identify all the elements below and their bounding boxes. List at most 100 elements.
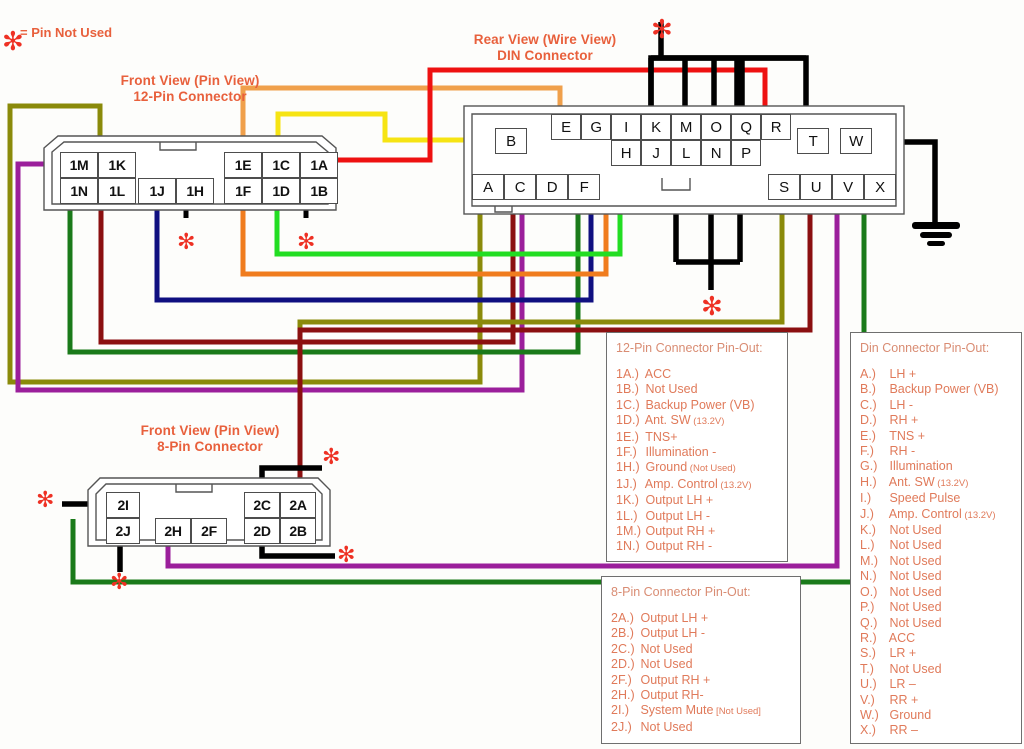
pinout-row-key: 2F.) [611, 672, 632, 687]
asterisk-2I: ✻ [36, 488, 55, 513]
pinout-row: 1L.) Output LH - [616, 509, 778, 524]
pinout-row-desc: Output RH + [637, 672, 711, 687]
pinout-row: P.) Not Used [860, 600, 1012, 615]
pinout-row-desc: Not Used [886, 600, 942, 615]
pin-H[interactable]: H [611, 140, 641, 166]
pin-1A[interactable]: 1A [300, 152, 338, 178]
pin-E[interactable]: E [551, 114, 581, 140]
pinout-row-note: (Not Used) [687, 463, 736, 475]
pin-J[interactable]: J [641, 140, 671, 166]
pin-R[interactable]: R [761, 114, 791, 140]
pinout-row: A.) LH + [860, 367, 1012, 382]
pin-2I[interactable]: 2I [106, 492, 140, 518]
pin-T[interactable]: T [797, 128, 829, 154]
pin-O[interactable]: O [701, 114, 731, 140]
pin-1E[interactable]: 1E [224, 152, 262, 178]
pin-2F[interactable]: 2F [191, 518, 227, 544]
pinout-row-desc: LH + [886, 367, 917, 381]
twelve-pin-title: Front View (Pin View) 12-Pin Connector [80, 73, 300, 105]
pin-W[interactable]: W [840, 128, 872, 154]
pin-N[interactable]: N [701, 140, 731, 166]
eight-pin-title: Front View (Pin View) 8-Pin Connector [100, 423, 320, 455]
pinout-row: M.) Not Used [860, 554, 1012, 569]
pinout-row: J.) Amp. Control (13.2V) [860, 507, 1012, 523]
pinout-row: 1C.) Backup Power (VB) [616, 398, 778, 413]
pin-1N[interactable]: 1N [60, 178, 98, 204]
twelve-pin-pinout-title: 12-Pin Connector Pin-Out: [616, 341, 763, 355]
pinout-row-key: 2B.) [611, 626, 634, 641]
pinout-row: V.) RR + [860, 693, 1012, 708]
pinout-row-desc: Not Used [886, 553, 942, 568]
pinout-row-desc: Speed Pulse [886, 491, 961, 506]
pin-1F[interactable]: 1F [224, 178, 262, 204]
pin-1L[interactable]: 1L [98, 178, 136, 204]
pinout-row-desc: TNS + [886, 428, 926, 443]
asterisk-2C: ✻ [322, 445, 341, 470]
pin-2D[interactable]: 2D [244, 518, 280, 544]
pinout-row-key: 1D.) [616, 413, 640, 428]
pin-Q[interactable]: Q [731, 114, 761, 140]
pinout-row: 1M.) Output RH + [616, 524, 778, 539]
pin-2A[interactable]: 2A [280, 492, 316, 518]
pinout-row-note: (13.2V) [717, 479, 752, 491]
pin-C[interactable]: C [504, 174, 536, 200]
pin-1B[interactable]: 1B [300, 178, 338, 204]
pinout-row-key: R.) [860, 630, 877, 645]
pinout-row-note: (13.2V) [961, 509, 996, 521]
pin-2C[interactable]: 2C [244, 492, 280, 518]
legend-label: = Pin Not Used [20, 25, 113, 40]
pin-2H[interactable]: 2H [155, 518, 191, 544]
pinout-row: 2H.) Output RH- [611, 688, 791, 703]
pinout-row-desc: Output LH - [642, 508, 711, 523]
pinout-row-desc: Illumination - [642, 445, 717, 460]
pinout-row-key: B.) [860, 382, 876, 397]
pinout-row-key: 2J.) [611, 719, 632, 734]
pinout-row-desc: Ant. SW [886, 474, 935, 489]
pinout-row-key: 1B.) [616, 382, 639, 397]
pinout-row-desc: Not Used [886, 538, 942, 553]
pin-1C[interactable]: 1C [262, 152, 300, 178]
pin-V[interactable]: V [832, 174, 864, 200]
pin-G[interactable]: G [581, 114, 611, 140]
pinout-row: 2C.) Not Used [611, 642, 791, 657]
pinout-row: 2D.) Not Used [611, 657, 791, 672]
pinout-row-desc: Not Used [642, 382, 698, 397]
pinout-row-key: S.) [860, 646, 876, 661]
pin-1D[interactable]: 1D [262, 178, 300, 204]
pin-B[interactable]: B [495, 128, 527, 154]
pinout-row-key: E.) [860, 428, 876, 443]
pin-1H[interactable]: 1H [176, 178, 214, 204]
pinout-row: K.) Not Used [860, 523, 1012, 538]
pin-1J[interactable]: 1J [138, 178, 176, 204]
pinout-row-key: O.) [860, 584, 878, 599]
pinout-row-key: A.) [860, 367, 876, 381]
pin-K[interactable]: K [641, 114, 671, 140]
pin-I[interactable]: I [611, 114, 641, 140]
pinout-row: 1H.) Ground (Not Used) [616, 460, 778, 476]
pinout-row-key: J.) [860, 506, 874, 521]
eight-pin-pinout-list: 2A.) Output LH +2B.) Output LH -2C.) Not… [611, 611, 791, 735]
pin-U[interactable]: U [800, 174, 832, 200]
pin-2B[interactable]: 2B [280, 518, 316, 544]
pin-S[interactable]: S [768, 174, 800, 200]
pinout-row-key: 2H.) [611, 688, 635, 703]
pinout-row-key: 2I.) [611, 703, 630, 718]
pin-D[interactable]: D [536, 174, 568, 200]
pin-P[interactable]: P [731, 140, 761, 166]
pin-1K[interactable]: 1K [98, 152, 136, 178]
pin-A[interactable]: A [472, 174, 504, 200]
pinout-row: 1J.) Amp. Control (13.2V) [616, 477, 778, 493]
pin-1M[interactable]: 1M [60, 152, 98, 178]
pinout-row-desc: Illumination [886, 459, 953, 474]
eight-pin-pinout-title: 8-Pin Connector Pin-Out: [611, 585, 751, 599]
pin-L[interactable]: L [671, 140, 701, 166]
pin-M[interactable]: M [671, 114, 701, 140]
pinout-row: E.) TNS + [860, 429, 1012, 444]
eight-pin-title-line1: Front View (Pin View) [140, 423, 280, 438]
pin-F[interactable]: F [568, 174, 600, 200]
pinout-row-key: 1A.) [616, 367, 639, 381]
pin-2J[interactable]: 2J [106, 518, 140, 544]
pin-X[interactable]: X [864, 174, 896, 200]
pinout-row: 1K.) Output LH + [616, 493, 778, 508]
pinout-row-desc: Not Used [886, 615, 942, 630]
